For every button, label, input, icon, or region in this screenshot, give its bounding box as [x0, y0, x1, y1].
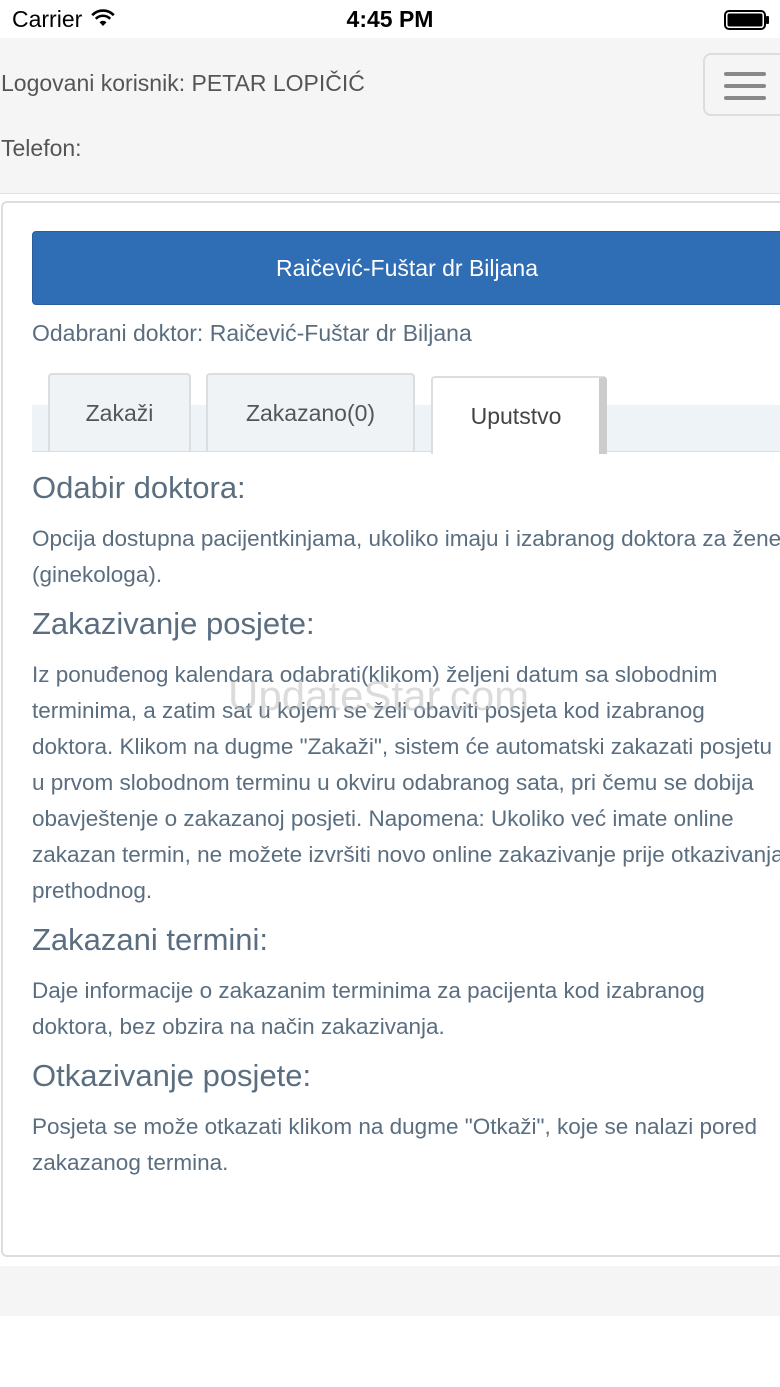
phone-label: Telefon:	[1, 135, 82, 161]
section-text: Posjeta se može otkazati klikom na dugme…	[32, 1114, 758, 1175]
battery-icon	[724, 10, 770, 30]
doctor-panel: Raičević-Fuštar dr Biljana Odabrani dokt…	[1, 201, 780, 1257]
section-text: Opcija dostupna pacijentkinjama, ukoliko…	[32, 526, 780, 587]
section-text: Daje informacije o zakazanim terminima z…	[32, 978, 705, 1039]
section-text: Iz ponuđenog kalendara odabrati(klikom) …	[32, 662, 780, 903]
app-header: Logovani korisnik: PETAR LOPIČIĆ Telefon…	[0, 38, 780, 194]
status-bar: Carrier 4:45 PM	[0, 0, 780, 38]
doctor-select-button[interactable]: Raičević-Fuštar dr Biljana	[32, 231, 780, 305]
footer-band	[0, 1266, 780, 1316]
hamburger-menu-button[interactable]	[703, 53, 780, 116]
selected-doctor-label: Odabrani doktor: Raičević-Fuštar dr Bilj…	[32, 320, 472, 346]
section-heading: Zakazani termini:	[32, 922, 269, 957]
status-time: 4:45 PM	[346, 6, 434, 32]
instructions-content: Odabir doktora: Opcija dostupna pacijent…	[32, 465, 780, 1189]
tab-uputstvo[interactable]: Uputstvo	[431, 376, 607, 454]
logged-user-label: Logovani korisnik: PETAR LOPIČIĆ	[1, 70, 365, 96]
tab-zakazi[interactable]: Zakaži	[48, 373, 191, 451]
tab-zakazano[interactable]: Zakazano(0)	[206, 373, 415, 451]
section-heading: Zakazivanje posjete:	[32, 606, 315, 641]
section-heading: Otkazivanje posjete:	[32, 1058, 312, 1093]
section-heading: Odabir doktora:	[32, 470, 246, 505]
